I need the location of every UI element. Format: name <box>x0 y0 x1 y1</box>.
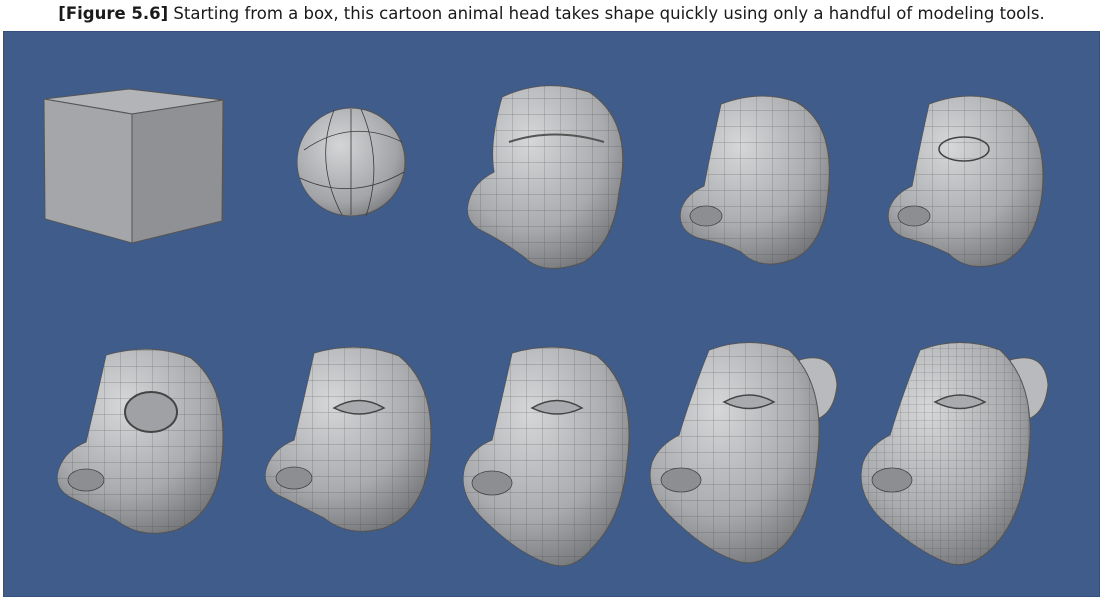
figure-label: [Figure 5.6] <box>58 4 169 23</box>
stage-9-head-ears <box>649 342 838 564</box>
figure-image <box>3 31 1100 597</box>
stage-4-head-nose <box>679 95 830 265</box>
stage-3-head-rough <box>466 85 624 269</box>
figure-caption: [Figure 5.6] Starting from a box, this c… <box>0 0 1103 30</box>
stage-5-head-brow <box>887 95 1044 267</box>
stage-8-head-jaw <box>462 346 630 567</box>
stage-6-head-eye-socket <box>56 348 224 534</box>
stage-1-cube <box>43 88 224 244</box>
stage-7-head-eyelids <box>264 346 432 532</box>
stage-10-head-subdivided <box>860 342 1049 566</box>
stage-2-sphere <box>296 107 406 217</box>
figure-caption-text: Starting from a box, this cartoon animal… <box>173 4 1045 23</box>
